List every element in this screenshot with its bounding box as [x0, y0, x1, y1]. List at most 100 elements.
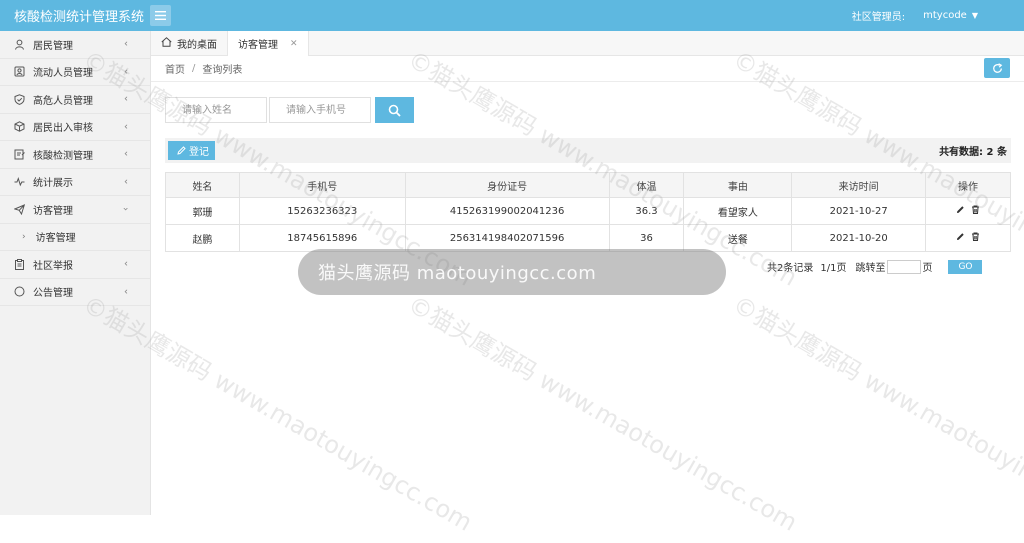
breadcrumb: 首页 / 查询列表 [151, 56, 1024, 82]
user-menu[interactable]: mtycode ▼ [923, 10, 978, 21]
cell-id-number: 415263199002041236 [404, 197, 610, 225]
sidebar-item-high-risk[interactable]: 高危人员管理 ‹ [0, 86, 150, 114]
sidebar-item-label: 居民出入审核 [33, 123, 93, 135]
chevron-left-icon: ‹ [124, 258, 128, 270]
menu-toggle-button[interactable] [150, 5, 171, 26]
cell-name: 郭珊 [165, 197, 240, 225]
sidebar-item-label: 流动人员管理 [33, 68, 93, 80]
chevron-left-icon: ‹ [124, 93, 128, 105]
edit-icon[interactable] [956, 205, 965, 214]
sidebar-item-label: 核酸检测管理 [33, 150, 93, 162]
column-header: 姓名 [165, 172, 240, 198]
column-header: 操作 [925, 172, 1011, 198]
sidebar-subitem-visitors[interactable]: › 访客管理 [0, 223, 150, 251]
home-icon [161, 37, 172, 50]
sidebar-item-residents[interactable]: 居民管理 ‹ [0, 31, 150, 59]
chevron-down-icon: ‹ [120, 207, 132, 212]
cell-visit-time: 2021-10-20 [791, 224, 927, 252]
sidebar-item-reports[interactable]: 社区举报 ‹ [0, 251, 150, 279]
chevron-left-icon: ‹ [124, 176, 128, 188]
cell-phone: 15263236323 [238, 197, 406, 225]
pager-page-unit: 页 [922, 263, 933, 274]
search-button[interactable] [375, 97, 414, 123]
page-jump-input[interactable] [887, 259, 922, 274]
sidebar-item-announcements[interactable]: 公告管理 ‹ [0, 279, 150, 306]
app-title: 核酸检测统计管理系统 [14, 10, 145, 25]
chevron-left-icon: ‹ [124, 148, 128, 160]
sidebar-item-statistics[interactable]: 统计展示 ‹ [0, 169, 150, 196]
chevron-right-icon: › [22, 231, 26, 242]
send-icon [13, 203, 25, 215]
tab-visitor-management[interactable]: 访客管理 ✕ [228, 31, 309, 56]
cube-icon [13, 121, 25, 133]
visitor-table: 姓名 手机号 身份证号 体温 事由 来访时间 操作 郭珊 15263236323… [165, 172, 1011, 252]
go-button[interactable]: GO [948, 259, 983, 274]
sidebar-item-nucleic-test[interactable]: 核酸检测管理 ‹ [0, 141, 150, 169]
table-row: 赵鹏 18745615896 256314198402071596 36 送餐 … [165, 224, 1011, 252]
table-toolbar: 登记 共有数据: 2 条 [165, 138, 1011, 163]
column-header: 来访时间 [791, 172, 927, 198]
pager-records: 共2条记录 [767, 263, 814, 274]
top-bar: 核酸检测统计管理系统 社区管理员: mtycode ▼ [0, 0, 1024, 31]
delete-icon[interactable] [971, 232, 980, 241]
total-value: 2 条 [986, 147, 1007, 158]
sidebar-item-label: 居民管理 [33, 40, 73, 52]
cell-reason: 送餐 [683, 224, 793, 252]
column-header: 体温 [608, 172, 685, 198]
watermark-text: ©猫头鹰源码 www.maotouyingcc.com [403, 290, 803, 537]
refresh-icon [992, 62, 1002, 73]
watermark-banner: 猫头鹰源码 maotouyingcc.com [298, 249, 726, 295]
pulse-icon [13, 176, 25, 188]
delete-icon[interactable] [971, 205, 980, 214]
register-button[interactable]: 登记 [168, 141, 215, 160]
column-header: 事由 [683, 172, 793, 198]
caret-down-icon: ▼ [971, 11, 978, 20]
tab-label: 访客管理 [238, 40, 278, 51]
sidebar-item-floating-population[interactable]: 流动人员管理 ‹ [0, 59, 150, 86]
sidebar-item-entry-review[interactable]: 居民出入审核 ‹ [0, 114, 150, 141]
column-header: 身份证号 [404, 172, 610, 198]
name-search-input[interactable] [165, 97, 267, 123]
chevron-left-icon: ‹ [124, 121, 128, 133]
sidebar-item-label: 公告管理 [33, 288, 73, 300]
cell-id-number: 256314198402071596 [404, 224, 610, 252]
pencil-icon [177, 146, 186, 155]
breadcrumb-separator: / [192, 63, 196, 74]
refresh-button[interactable] [984, 58, 1010, 78]
pager-pages: 1/1页 [820, 263, 847, 274]
cell-reason: 看望家人 [683, 197, 793, 225]
search-form [165, 97, 414, 123]
edit-document-icon [13, 148, 25, 160]
sidebar-item-label: 社区举报 [33, 260, 73, 272]
sidebar-item-visitors[interactable]: 访客管理 ‹ [0, 196, 150, 224]
role-label: 社区管理员: [851, 12, 906, 23]
cell-visit-time: 2021-10-27 [791, 197, 927, 225]
table-row: 郭珊 15263236323 415263199002041236 36.3 看… [165, 197, 1011, 225]
sidebar: 居民管理 ‹ 流动人员管理 ‹ 高危人员管理 ‹ 居民出入审核 ‹ 核酸检测管理… [0, 31, 151, 515]
chevron-left-icon: ‹ [124, 38, 128, 50]
shield-icon [13, 93, 25, 105]
circle-icon [13, 286, 25, 298]
user-area: 社区管理员: mtycode ▼ [852, 8, 1024, 23]
pager-jump-label: 跳转至 [855, 263, 886, 274]
pagination: 共2条记录 1/1页 跳转至 页 GO [767, 259, 983, 274]
edit-icon[interactable] [956, 232, 965, 241]
cell-temperature: 36 [608, 224, 685, 252]
cell-phone: 18745615896 [238, 224, 406, 252]
table-header-row: 姓名 手机号 身份证号 体温 事由 来访时间 操作 [165, 172, 1011, 198]
person-icon [13, 38, 25, 50]
breadcrumb-home[interactable]: 首页 [165, 61, 185, 76]
register-button-label: 登记 [189, 147, 209, 158]
tab-my-desktop[interactable]: 我的桌面 [151, 31, 228, 56]
phone-search-input[interactable] [269, 97, 371, 123]
sidebar-item-label: 高危人员管理 [33, 95, 93, 107]
clipboard-icon [13, 258, 25, 270]
user-group-icon [13, 66, 25, 78]
cell-actions [925, 197, 1011, 225]
watermark-text: ©猫头鹰源码 www.maotouyingcc.com [728, 290, 1024, 537]
total-count: 共有数据: 2 条 [939, 143, 1011, 158]
sidebar-item-label: 访客管理 [33, 205, 73, 217]
total-label: 共有数据: [939, 147, 984, 158]
close-icon[interactable]: ✕ [290, 39, 298, 49]
breadcrumb-current: 查询列表 [202, 65, 243, 76]
